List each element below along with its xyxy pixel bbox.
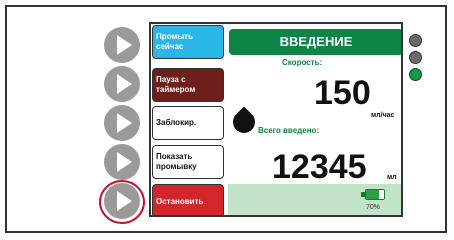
side-button-lock[interactable] xyxy=(104,105,140,141)
status-light-3 xyxy=(409,68,422,81)
play-icon xyxy=(117,35,132,55)
rate-value: 150 xyxy=(314,74,371,112)
flush-now-button[interactable]: Промыть сейчас xyxy=(152,25,224,59)
play-icon xyxy=(117,113,132,133)
stop-button[interactable]: Остановить xyxy=(152,184,224,215)
battery-fill xyxy=(366,190,379,199)
side-button-pause[interactable] xyxy=(104,66,140,102)
total-label: Всего введено: xyxy=(258,126,320,135)
lock-button[interactable]: Заблокир. xyxy=(152,106,224,140)
rate-unit: мл/час xyxy=(371,112,395,119)
battery-icon xyxy=(365,189,385,200)
highlight-ring xyxy=(99,180,145,224)
status-light-1 xyxy=(409,34,422,47)
total-value: 12345 xyxy=(272,148,367,186)
total-unit: мл xyxy=(387,174,397,181)
show-flush-button[interactable]: Показать промывку xyxy=(152,145,224,179)
droplet-icon xyxy=(228,106,260,138)
rate-label: Скорость: xyxy=(282,58,323,67)
play-icon xyxy=(117,152,132,172)
screen-title: ВВЕДЕНИЕ xyxy=(229,29,401,55)
status-light-2 xyxy=(409,51,422,64)
play-icon xyxy=(117,74,132,94)
pause-timer-button[interactable]: Пауза с таймером xyxy=(152,68,224,102)
side-button-flush[interactable] xyxy=(104,27,140,63)
side-button-show-flush[interactable] xyxy=(104,144,140,180)
pump-screen: Промыть сейчас Пауза с таймером Заблокир… xyxy=(149,22,403,217)
battery-percent: 70% xyxy=(366,204,381,211)
